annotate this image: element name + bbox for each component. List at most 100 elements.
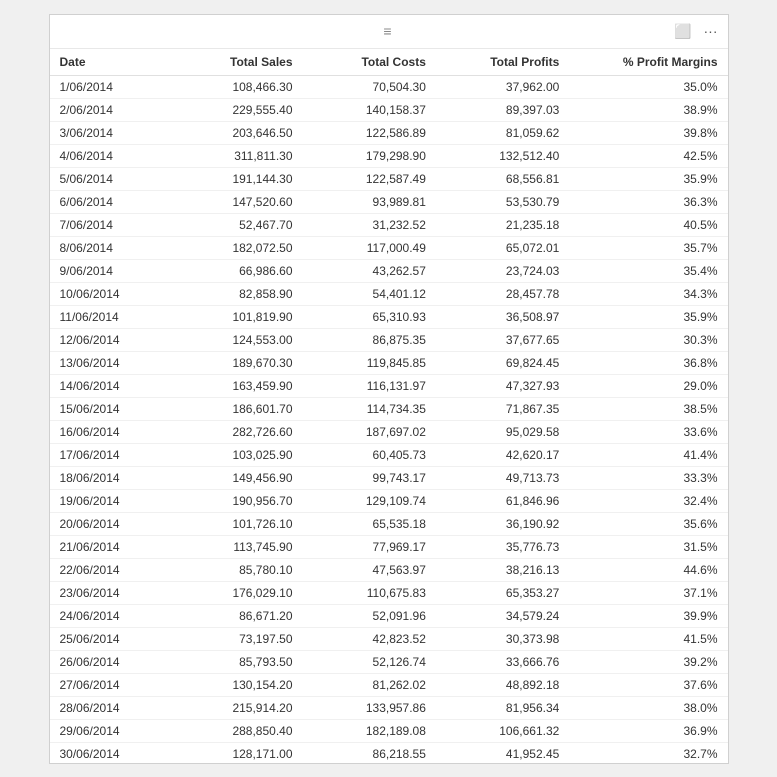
table-cell: 40.5% [569,213,727,236]
table-cell: 35.6% [569,512,727,535]
table-cell: 11/06/2014 [50,305,160,328]
drag-handle-icon: ≡ [383,23,393,39]
table-cell: 25/06/2014 [50,627,160,650]
table-cell: 130,154.20 [160,673,303,696]
table-cell: 70,504.30 [303,75,436,98]
table-cell: 186,601.70 [160,397,303,420]
table-cell: 73,197.50 [160,627,303,650]
more-options-icon[interactable]: ··· [702,21,720,41]
table-cell: 41.4% [569,443,727,466]
table-cell: 28/06/2014 [50,696,160,719]
table-cell: 2/06/2014 [50,98,160,121]
table-cell: 106,661.32 [436,719,569,742]
col-margin: % Profit Margins [569,49,727,76]
table-cell: 117,000.49 [303,236,436,259]
table-cell: 116,131.97 [303,374,436,397]
table-cell: 7/06/2014 [50,213,160,236]
table-cell: 176,029.10 [160,581,303,604]
expand-icon[interactable]: ⬜ [672,21,693,42]
table-cell: 147,520.60 [160,190,303,213]
table-cell: 37,962.00 [436,75,569,98]
table-cell: 101,819.90 [160,305,303,328]
table-cell: 119,845.85 [303,351,436,374]
table-cell: 47,327.93 [436,374,569,397]
table-cell: 182,189.08 [303,719,436,742]
table-cell: 21/06/2014 [50,535,160,558]
table-cell: 99,743.17 [303,466,436,489]
table-cell: 191,144.30 [160,167,303,190]
table-cell: 33.6% [569,420,727,443]
table-cell: 36.9% [569,719,727,742]
table-container[interactable]: Date Total Sales Total Costs Total Profi… [50,49,728,763]
table-cell: 282,726.60 [160,420,303,443]
table-cell: 41.5% [569,627,727,650]
panel-header: ≡ ⬜ ··· [50,15,728,49]
table-cell: 15/06/2014 [50,397,160,420]
table-cell: 36,190.92 [436,512,569,535]
table-cell: 26/06/2014 [50,650,160,673]
col-date: Date [50,49,160,76]
col-total-sales: Total Sales [160,49,303,76]
table-cell: 13/06/2014 [50,351,160,374]
table-row: 25/06/201473,197.5042,823.5230,373.9841.… [50,627,728,650]
table-cell: 23,724.03 [436,259,569,282]
table-row: 23/06/2014176,029.10110,675.8365,353.273… [50,581,728,604]
table-cell: 17/06/2014 [50,443,160,466]
table-row: 28/06/2014215,914.20133,957.8681,956.343… [50,696,728,719]
table-row: 6/06/2014147,520.6093,989.8153,530.7936.… [50,190,728,213]
col-total-profits: Total Profits [436,49,569,76]
table-cell: 179,298.90 [303,144,436,167]
table-cell: 182,072.50 [160,236,303,259]
table-row: 15/06/2014186,601.70114,734.3571,867.353… [50,397,728,420]
table-cell: 86,218.55 [303,742,436,763]
table-row: 13/06/2014189,670.30119,845.8569,824.453… [50,351,728,374]
table-cell: 187,697.02 [303,420,436,443]
table-row: 29/06/2014288,850.40182,189.08106,661.32… [50,719,728,742]
table-cell: 10/06/2014 [50,282,160,305]
table-cell: 122,586.89 [303,121,436,144]
table-cell: 65,072.01 [436,236,569,259]
table-cell: 113,745.90 [160,535,303,558]
table-cell: 34,579.24 [436,604,569,627]
table-row: 20/06/2014101,726.1065,535.1836,190.9235… [50,512,728,535]
table-cell: 39.9% [569,604,727,627]
table-cell: 101,726.10 [160,512,303,535]
table-cell: 190,956.70 [160,489,303,512]
table-cell: 81,059.62 [436,121,569,144]
table-cell: 38.9% [569,98,727,121]
table-cell: 149,456.90 [160,466,303,489]
table-cell: 30.3% [569,328,727,351]
table-cell: 95,029.58 [436,420,569,443]
table-cell: 81,956.34 [436,696,569,719]
table-cell: 35.7% [569,236,727,259]
data-table: Date Total Sales Total Costs Total Profi… [50,49,728,763]
table-cell: 38.0% [569,696,727,719]
table-cell: 124,553.00 [160,328,303,351]
table-cell: 34.3% [569,282,727,305]
table-cell: 12/06/2014 [50,328,160,351]
table-cell: 89,397.03 [436,98,569,121]
table-cell: 39.2% [569,650,727,673]
table-cell: 4/06/2014 [50,144,160,167]
header-icons: ⬜ ··· [672,21,719,42]
table-cell: 9/06/2014 [50,259,160,282]
table-cell: 85,793.50 [160,650,303,673]
table-cell: 3/06/2014 [50,121,160,144]
table-cell: 288,850.40 [160,719,303,742]
table-cell: 33,666.76 [436,650,569,673]
table-cell: 18/06/2014 [50,466,160,489]
table-cell: 31.5% [569,535,727,558]
table-cell: 86,671.20 [160,604,303,627]
table-cell: 19/06/2014 [50,489,160,512]
table-cell: 38,216.13 [436,558,569,581]
table-row: 8/06/2014182,072.50117,000.4965,072.0135… [50,236,728,259]
data-panel: ≡ ⬜ ··· Date Total Sales Total Costs Tot… [49,14,729,764]
table-cell: 229,555.40 [160,98,303,121]
table-cell: 31,232.52 [303,213,436,236]
table-row: 12/06/2014124,553.0086,875.3537,677.6530… [50,328,728,351]
table-row: 14/06/2014163,459.90116,131.9747,327.932… [50,374,728,397]
table-cell: 110,675.83 [303,581,436,604]
table-row: 21/06/2014113,745.9077,969.1735,776.7331… [50,535,728,558]
table-row: 18/06/2014149,456.9099,743.1749,713.7333… [50,466,728,489]
table-cell: 108,466.30 [160,75,303,98]
